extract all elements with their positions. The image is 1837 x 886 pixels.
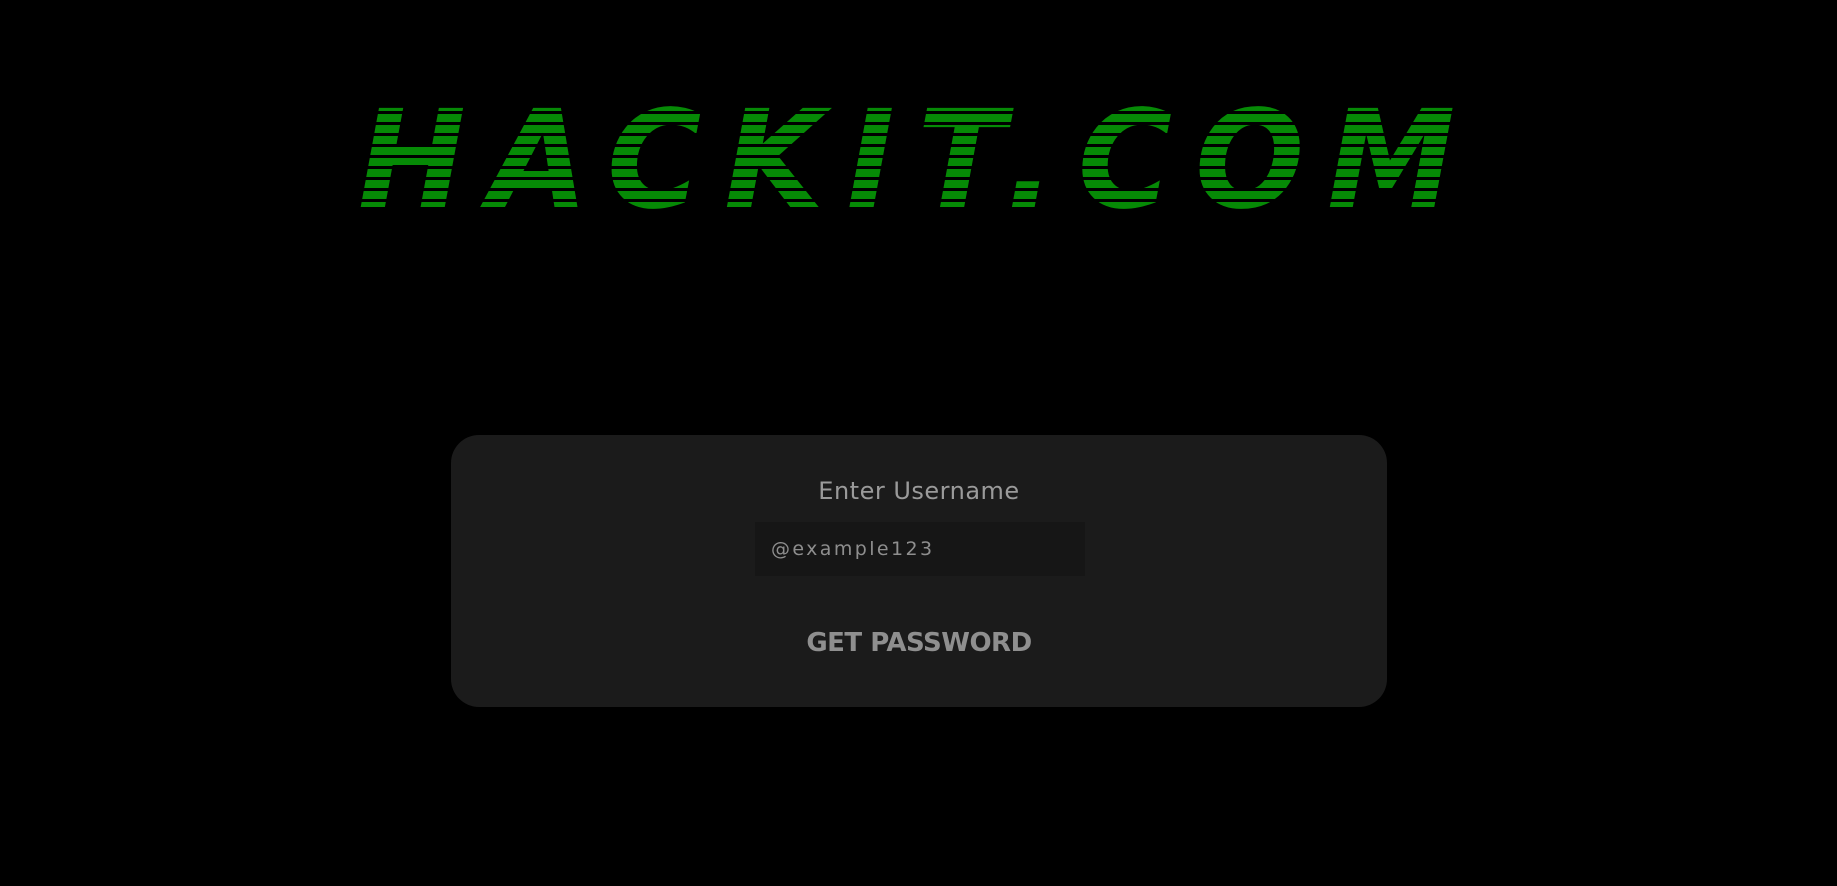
site-logo-text: HACKIT.COM <box>358 92 1478 222</box>
site-logo: HACKIT.COM <box>0 92 1837 222</box>
site-logo-graphic: HACKIT.COM <box>358 92 1478 222</box>
username-label: Enter Username <box>818 477 1020 505</box>
get-password-button[interactable]: GET PASSWORD <box>769 621 1069 665</box>
username-input[interactable] <box>755 522 1085 576</box>
password-request-card: Enter Username GET PASSWORD <box>451 435 1387 707</box>
